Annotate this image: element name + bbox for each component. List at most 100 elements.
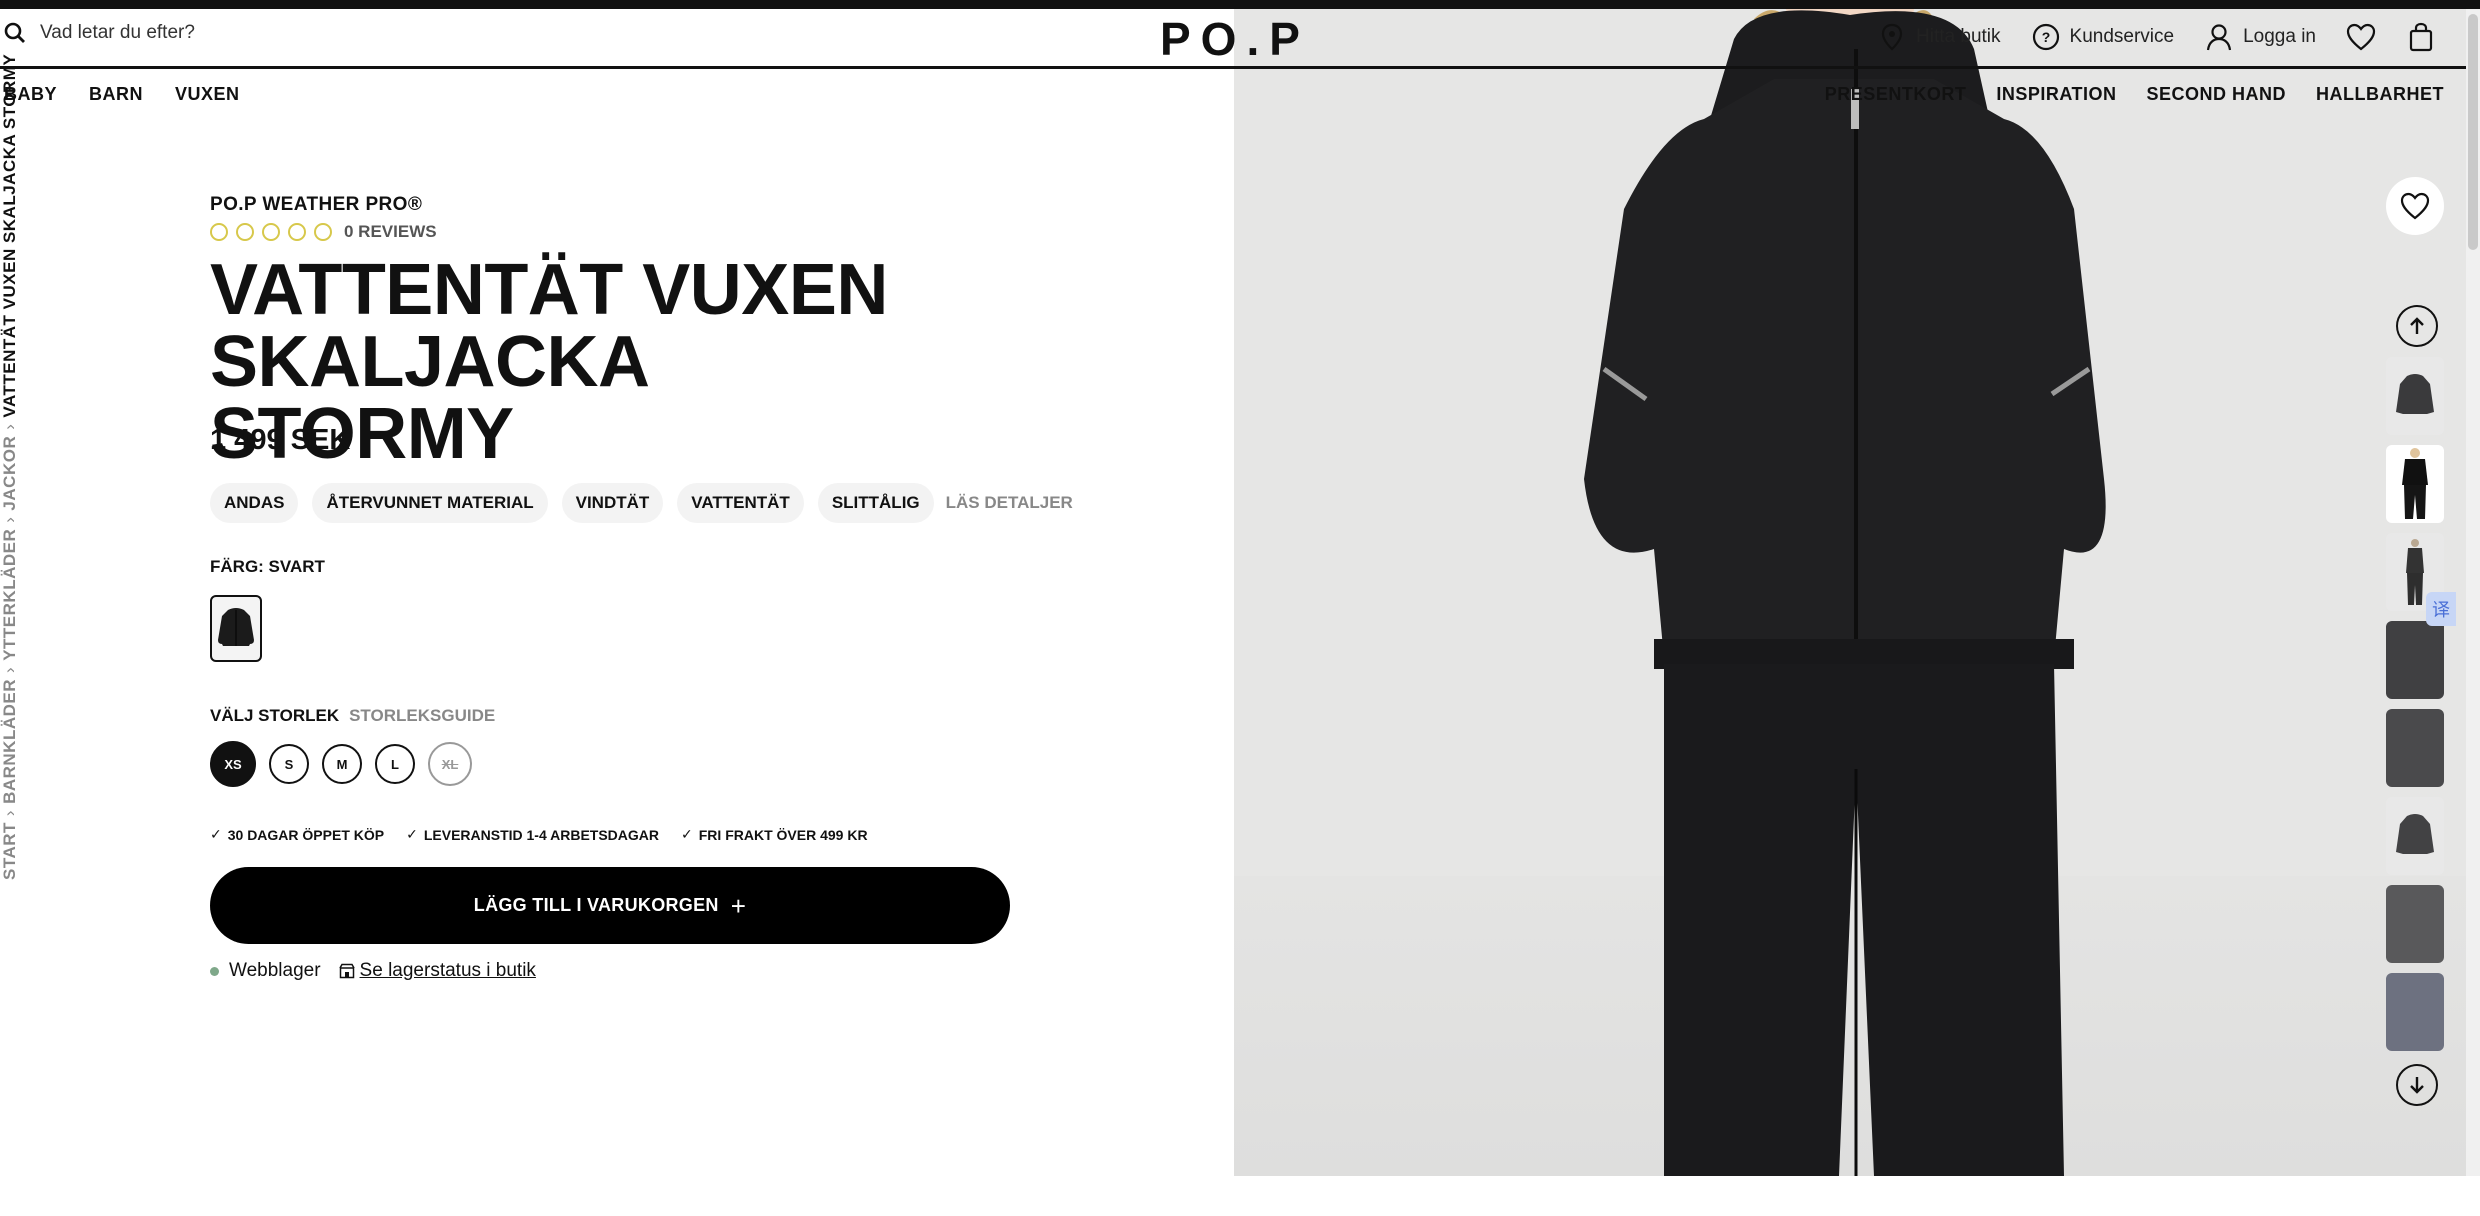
arrow-down-icon <box>2410 1077 2424 1094</box>
find-store-label: Hitta butik <box>1916 26 2001 47</box>
feature-chip: VINDTÄT <box>561 483 664 523</box>
perk-item: ✓ 30 DAGAR ÖPPET KÖP <box>210 826 384 843</box>
web-stock: Webblager <box>210 960 321 982</box>
plus-icon: + <box>730 890 747 921</box>
perk-label: FRI FRAKT ÖVER 499 KR <box>698 826 868 843</box>
breadcrumb: START › BARNKLÄDER › YTTERKLÄDER › JACKO… <box>0 54 20 880</box>
model-in-rain-jacket-image <box>1584 9 2106 1176</box>
perk-item: ✓ FRI FRAKT ÖVER 499 KR <box>681 826 868 843</box>
perk-item: ✓ LEVERANSTID 1-4 ARBETSDAGAR <box>406 826 659 843</box>
nav-vuxen[interactable]: VUXEN <box>175 84 240 105</box>
user-icon <box>2204 22 2234 52</box>
rating-star-icon <box>236 223 254 241</box>
product-price: 1 499 SEK <box>210 424 351 456</box>
nav-presentkort[interactable]: PRESENTKORT <box>1825 84 1967 105</box>
gallery-thumbnail[interactable] <box>2386 797 2444 875</box>
product-brand[interactable]: PO.P WEATHER PRO® <box>210 194 422 216</box>
gallery-thumbnail[interactable] <box>2386 621 2444 699</box>
product-main-image[interactable] <box>1234 9 2480 1176</box>
jacket-thumbnail-icon <box>218 607 254 646</box>
feature-chip: SLITTÅLIG <box>817 483 934 523</box>
gallery-down-button[interactable] <box>2396 1064 2438 1106</box>
checkmark-icon: ✓ <box>406 826 418 842</box>
main-nav-left: BABY BARN VUXEN <box>4 84 240 105</box>
size-s-button[interactable]: S <box>269 744 309 784</box>
purchase-perks: ✓ 30 DAGAR ÖPPET KÖP ✓ LEVERANSTID 1-4 ARB… <box>210 826 868 843</box>
find-store-link[interactable]: Hitta butik <box>1877 22 2001 52</box>
login-link[interactable]: Logga in <box>2204 22 2316 52</box>
main-nav-right: PRESENTKORT INSPIRATION SECOND HAND HALL… <box>1825 84 2444 105</box>
add-to-cart-label: LÄGG TILL I VARUKORGEN <box>473 895 719 915</box>
search-icon[interactable] <box>4 22 26 44</box>
add-to-wishlist-button[interactable] <box>2386 177 2444 235</box>
size-label: VÄLJ STORLEK <box>210 706 340 725</box>
pop-logo[interactable]: PO.P <box>1160 12 1310 66</box>
size-xl-button-soldout[interactable]: XL <box>428 742 472 786</box>
search-bar[interactable]: Vad letar du efter? <box>4 22 195 44</box>
nav-inspiration[interactable]: INSPIRATION <box>1996 84 2116 105</box>
breadcrumb-barnklader[interactable]: BARNKLÄDER <box>0 679 20 804</box>
nav-second-hand[interactable]: SECOND HAND <box>2146 84 2286 105</box>
rating-star-icon <box>210 223 228 241</box>
customer-service-link[interactable]: ? Kundservice <box>2031 22 2175 52</box>
gallery-up-button[interactable] <box>2396 305 2438 347</box>
feature-chip: ANDAS <box>210 483 299 523</box>
customer-service-label: Kundservice <box>2069 26 2175 47</box>
size-guide-link[interactable]: STORLEKSGUIDE <box>349 706 495 726</box>
perk-label: LEVERANSTID 1-4 ARBETSDAGAR <box>423 826 660 843</box>
breadcrumb-separator: › <box>0 809 19 817</box>
nav-barn[interactable]: BARN <box>89 84 143 105</box>
store-stock-label: Se lagerstatus i butik <box>359 960 536 981</box>
translate-icon[interactable]: 译 <box>2426 592 2456 626</box>
checkmark-icon: ✓ <box>681 826 693 842</box>
add-to-cart-button[interactable]: LÄGG TILL I VARUKORGEN + <box>210 867 1010 944</box>
rating-star-icon <box>288 223 306 241</box>
size-options: XS S M L XL <box>210 741 472 787</box>
question-circle-icon: ? <box>2031 22 2061 52</box>
color-label: FÄRG: SVART <box>210 557 325 576</box>
breadcrumb-ytterklader[interactable]: YTTERKLÄDER <box>0 529 20 661</box>
breadcrumb-jackor[interactable]: JACKOR <box>0 436 20 511</box>
color-swatch-black[interactable] <box>210 595 262 662</box>
breadcrumb-separator: › <box>0 666 19 673</box>
breadcrumb-start[interactable]: START <box>0 822 20 880</box>
stock-status: Webblager Se lagerstatus i butik <box>210 960 536 982</box>
gallery-thumbnail[interactable] <box>2386 445 2444 523</box>
size-selector-header: VÄLJ STORLEK STORLEKSGUIDE <box>210 706 495 726</box>
wishlist-heart-icon[interactable] <box>2346 22 2376 52</box>
nav-hallbarhet[interactable]: HALLBARHET <box>2316 84 2444 105</box>
top-black-bar <box>0 0 2480 9</box>
login-label: Logga in <box>2243 26 2316 47</box>
size-l-button[interactable]: L <box>375 744 415 784</box>
location-pin-icon <box>1877 22 1907 52</box>
store-stock-link[interactable]: Se lagerstatus i butik <box>338 960 536 982</box>
arrow-up-icon <box>2410 317 2424 334</box>
feature-chip: ÅTERVUNNET MATERIAL <box>312 483 548 523</box>
rating-star-icon <box>314 223 332 241</box>
perk-label: 30 DAGAR ÖPPET KÖP <box>227 826 385 843</box>
gallery-thumbnail[interactable] <box>2386 357 2444 435</box>
product-rating[interactable]: 0 REVIEWS <box>210 222 437 242</box>
read-details-link[interactable]: LÄS DETALJER <box>946 493 1073 513</box>
product-title-line1: VATTENTÄT VUXEN <box>210 250 888 330</box>
heart-icon <box>2400 192 2430 220</box>
page-scrollbar-thumb[interactable] <box>2468 14 2478 250</box>
feature-chip: VATTENTÄT <box>677 483 804 523</box>
search-input[interactable]: Vad letar du efter? <box>40 22 195 44</box>
gallery-thumbnail[interactable] <box>2386 885 2444 963</box>
utility-nav: Hitta butik ? Kundservice Logga in <box>1877 22 2436 52</box>
store-icon <box>338 963 355 979</box>
shopping-bag-icon[interactable] <box>2406 22 2436 52</box>
svg-text:?: ? <box>2041 29 2050 45</box>
rating-star-icon <box>262 223 280 241</box>
gallery-thumbnails <box>2386 357 2444 1051</box>
gallery-thumbnail[interactable] <box>2386 973 2444 1051</box>
size-m-button[interactable]: M <box>322 744 362 784</box>
size-xs-button[interactable]: XS <box>210 741 256 787</box>
review-count[interactable]: 0 REVIEWS <box>344 222 437 242</box>
header-divider <box>0 66 2480 69</box>
gallery-thumbnail[interactable] <box>2386 709 2444 787</box>
stock-indicator-dot <box>210 966 219 976</box>
feature-chips: ANDAS ÅTERVUNNET MATERIAL VINDTÄT VATTEN… <box>210 483 1073 523</box>
breadcrumb-separator: › <box>0 516 19 523</box>
